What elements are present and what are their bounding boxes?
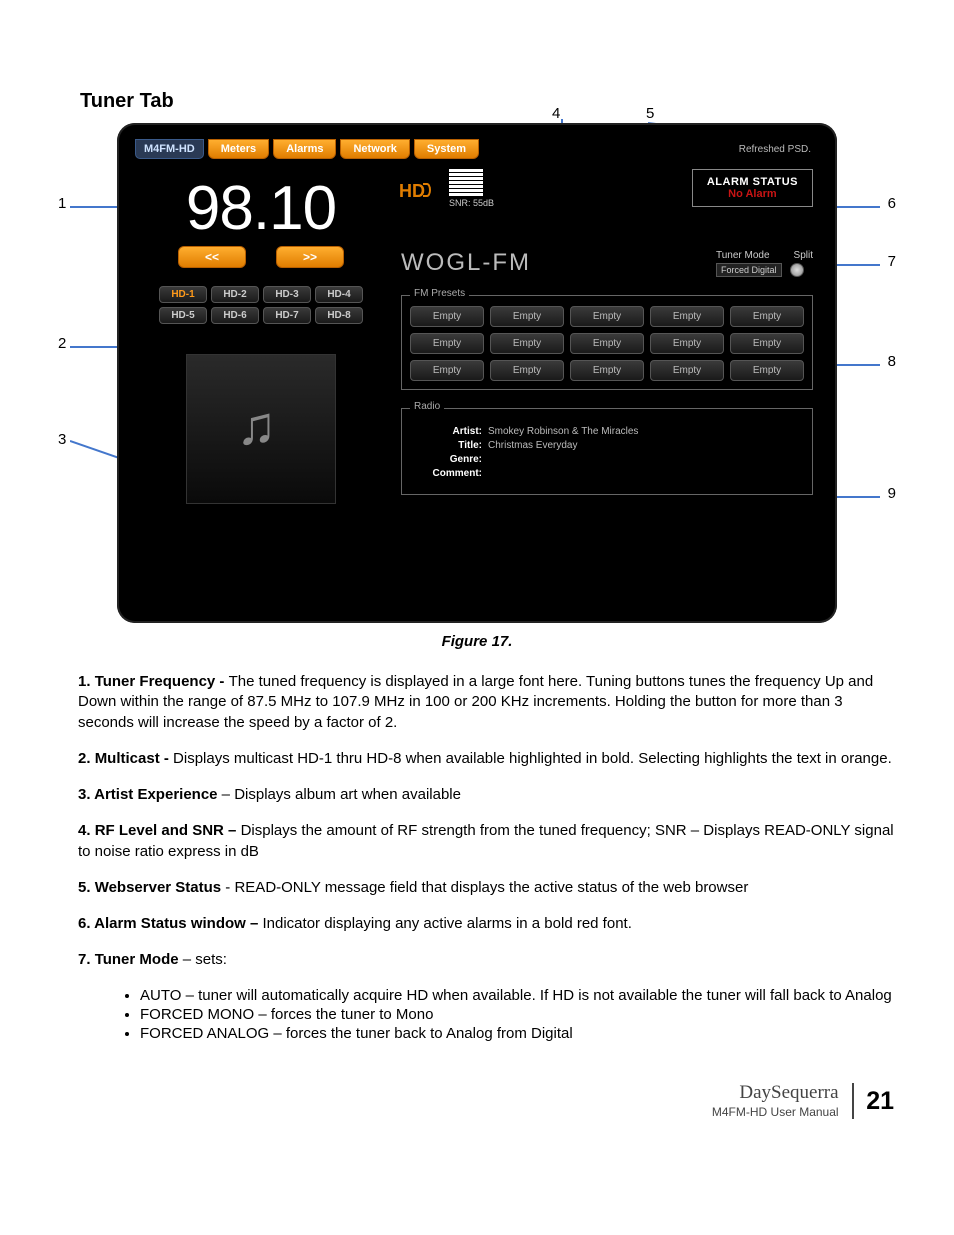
- preset-slot-9[interactable]: Empty: [650, 333, 724, 354]
- preset-slot-5[interactable]: Empty: [730, 306, 804, 327]
- preset-slot-8[interactable]: Empty: [570, 333, 644, 354]
- page-footer: DaySequerra M4FM-HD User Manual 21: [60, 1082, 894, 1120]
- brand-label: M4FM-HD: [135, 139, 204, 159]
- rf-bars-icon: [449, 169, 483, 196]
- hd-8-button[interactable]: HD-8: [315, 307, 363, 324]
- tuner-mode-sublist: AUTO – tuner will automatically acquire …: [140, 987, 894, 1042]
- description-item: 6. Alarm Status window – Indicator displ…: [78, 914, 894, 934]
- description-list: 1. Tuner Frequency - The tuned frequency…: [78, 672, 894, 971]
- hd-5-button[interactable]: HD-5: [159, 307, 207, 324]
- title-value: Christmas Everyday: [488, 440, 577, 451]
- page-heading: Tuner Tab: [80, 90, 894, 113]
- preset-slot-6[interactable]: Empty: [410, 333, 484, 354]
- annotation-3: 3: [58, 431, 66, 448]
- tuner-mode-block: Tuner Mode Split Forced Digital: [716, 250, 813, 277]
- genre-label: Genre:: [418, 454, 482, 465]
- preset-slot-15[interactable]: Empty: [730, 360, 804, 381]
- annotation-1: 1: [58, 195, 66, 212]
- device-frame: M4FM-HD Meters Alarms Network System Ref…: [117, 123, 837, 623]
- annotation-5: 5: [646, 105, 654, 122]
- alarm-status-message: No Alarm: [707, 188, 798, 200]
- annotation-6: 6: [888, 195, 896, 212]
- annotation-7: 7: [888, 253, 896, 270]
- description-item: 5. Webserver Status - READ-ONLY message …: [78, 878, 894, 898]
- tabs-row: M4FM-HD Meters Alarms Network System Ref…: [131, 137, 823, 161]
- tune-down-button[interactable]: <<: [178, 246, 246, 268]
- description-item: 7. Tuner Mode – sets:: [78, 950, 894, 970]
- alarm-status-title: ALARM STATUS: [707, 176, 798, 188]
- description-item: 2. Multicast - Displays multicast HD-1 t…: [78, 749, 894, 769]
- tuner-mode-label: Tuner Mode: [716, 250, 770, 261]
- split-label: Split: [794, 250, 813, 261]
- hd-7-button[interactable]: HD-7: [263, 307, 311, 324]
- tab-system[interactable]: System: [414, 139, 479, 159]
- preset-slot-7[interactable]: Empty: [490, 333, 564, 354]
- tuner-mode-option: AUTO – tuner will automatically acquire …: [140, 987, 894, 1004]
- snr-value: SNR: 55dB: [449, 198, 494, 208]
- artist-label: Artist:: [418, 426, 482, 437]
- comment-label: Comment:: [418, 468, 482, 479]
- alarm-status-box: ALARM STATUS No Alarm: [692, 169, 813, 207]
- tuner-mode-option: FORCED MONO – forces the tuner to Mono: [140, 1006, 894, 1023]
- footer-subtitle: M4FM-HD User Manual: [712, 1105, 839, 1119]
- album-art: [186, 354, 336, 504]
- tab-alarms[interactable]: Alarms: [273, 139, 336, 159]
- preset-slot-10[interactable]: Empty: [730, 333, 804, 354]
- webserver-status: Refreshed PSD.: [739, 144, 819, 155]
- hd-1-button[interactable]: HD-1: [159, 286, 207, 303]
- fm-presets-legend: FM Presets: [410, 288, 469, 299]
- preset-slot-3[interactable]: Empty: [570, 306, 644, 327]
- title-label: Title:: [418, 440, 482, 451]
- preset-slot-2[interactable]: Empty: [490, 306, 564, 327]
- footer-brand: DaySequerra: [739, 1082, 838, 1103]
- preset-slot-12[interactable]: Empty: [490, 360, 564, 381]
- annotation-4: 4: [552, 105, 560, 122]
- hd-multicast-grid: HD-1 HD-2 HD-3 HD-4 HD-5 HD-6 HD-7 HD-8: [141, 286, 381, 324]
- tuner-mode-option: FORCED ANALOG – forces the tuner back to…: [140, 1025, 894, 1042]
- preset-slot-14[interactable]: Empty: [650, 360, 724, 381]
- annotation-9: 9: [888, 485, 896, 502]
- radio-info-fieldset: Radio Artist:Smokey Robinson & The Mirac…: [401, 408, 813, 495]
- rf-snr-block: SNR: 55dB: [449, 169, 494, 208]
- hd-2-button[interactable]: HD-2: [211, 286, 259, 303]
- hd-3-button[interactable]: HD-3: [263, 286, 311, 303]
- radio-legend: Radio: [410, 401, 444, 412]
- hd-6-button[interactable]: HD-6: [211, 307, 259, 324]
- preset-slot-11[interactable]: Empty: [410, 360, 484, 381]
- preset-slot-1[interactable]: Empty: [410, 306, 484, 327]
- tune-up-button[interactable]: >>: [276, 246, 344, 268]
- fm-presets-fieldset: FM Presets EmptyEmptyEmptyEmptyEmptyEmpt…: [401, 295, 813, 390]
- tab-network[interactable]: Network: [340, 139, 409, 159]
- figure-wrap: 1 2 3 4 5 6 7 8 9 M4FM-HD Meters Alarms …: [62, 123, 892, 650]
- artist-value: Smokey Robinson & The Miracles: [488, 426, 638, 437]
- station-callsign: WOGL-FM: [401, 249, 531, 277]
- tab-meters[interactable]: Meters: [208, 139, 269, 159]
- figure-caption: Figure 17.: [62, 633, 892, 650]
- page-number: 21: [852, 1083, 894, 1119]
- hd-4-button[interactable]: HD-4: [315, 286, 363, 303]
- split-toggle[interactable]: [790, 263, 804, 277]
- preset-slot-4[interactable]: Empty: [650, 306, 724, 327]
- tuner-mode-select[interactable]: Forced Digital: [716, 263, 782, 277]
- annotation-8: 8: [888, 353, 896, 370]
- description-item: 3. Artist Experience – Displays album ar…: [78, 785, 894, 805]
- description-item: 1. Tuner Frequency - The tuned frequency…: [78, 672, 894, 733]
- preset-slot-13[interactable]: Empty: [570, 360, 644, 381]
- description-item: 4. RF Level and SNR – Displays the amoun…: [78, 821, 894, 862]
- hd-logo-icon: HD: [401, 179, 431, 199]
- tuner-frequency: 98.10: [141, 173, 381, 244]
- music-note-icon: [236, 399, 286, 459]
- device-screen: M4FM-HD Meters Alarms Network System Ref…: [131, 137, 823, 609]
- annotation-2: 2: [58, 335, 66, 352]
